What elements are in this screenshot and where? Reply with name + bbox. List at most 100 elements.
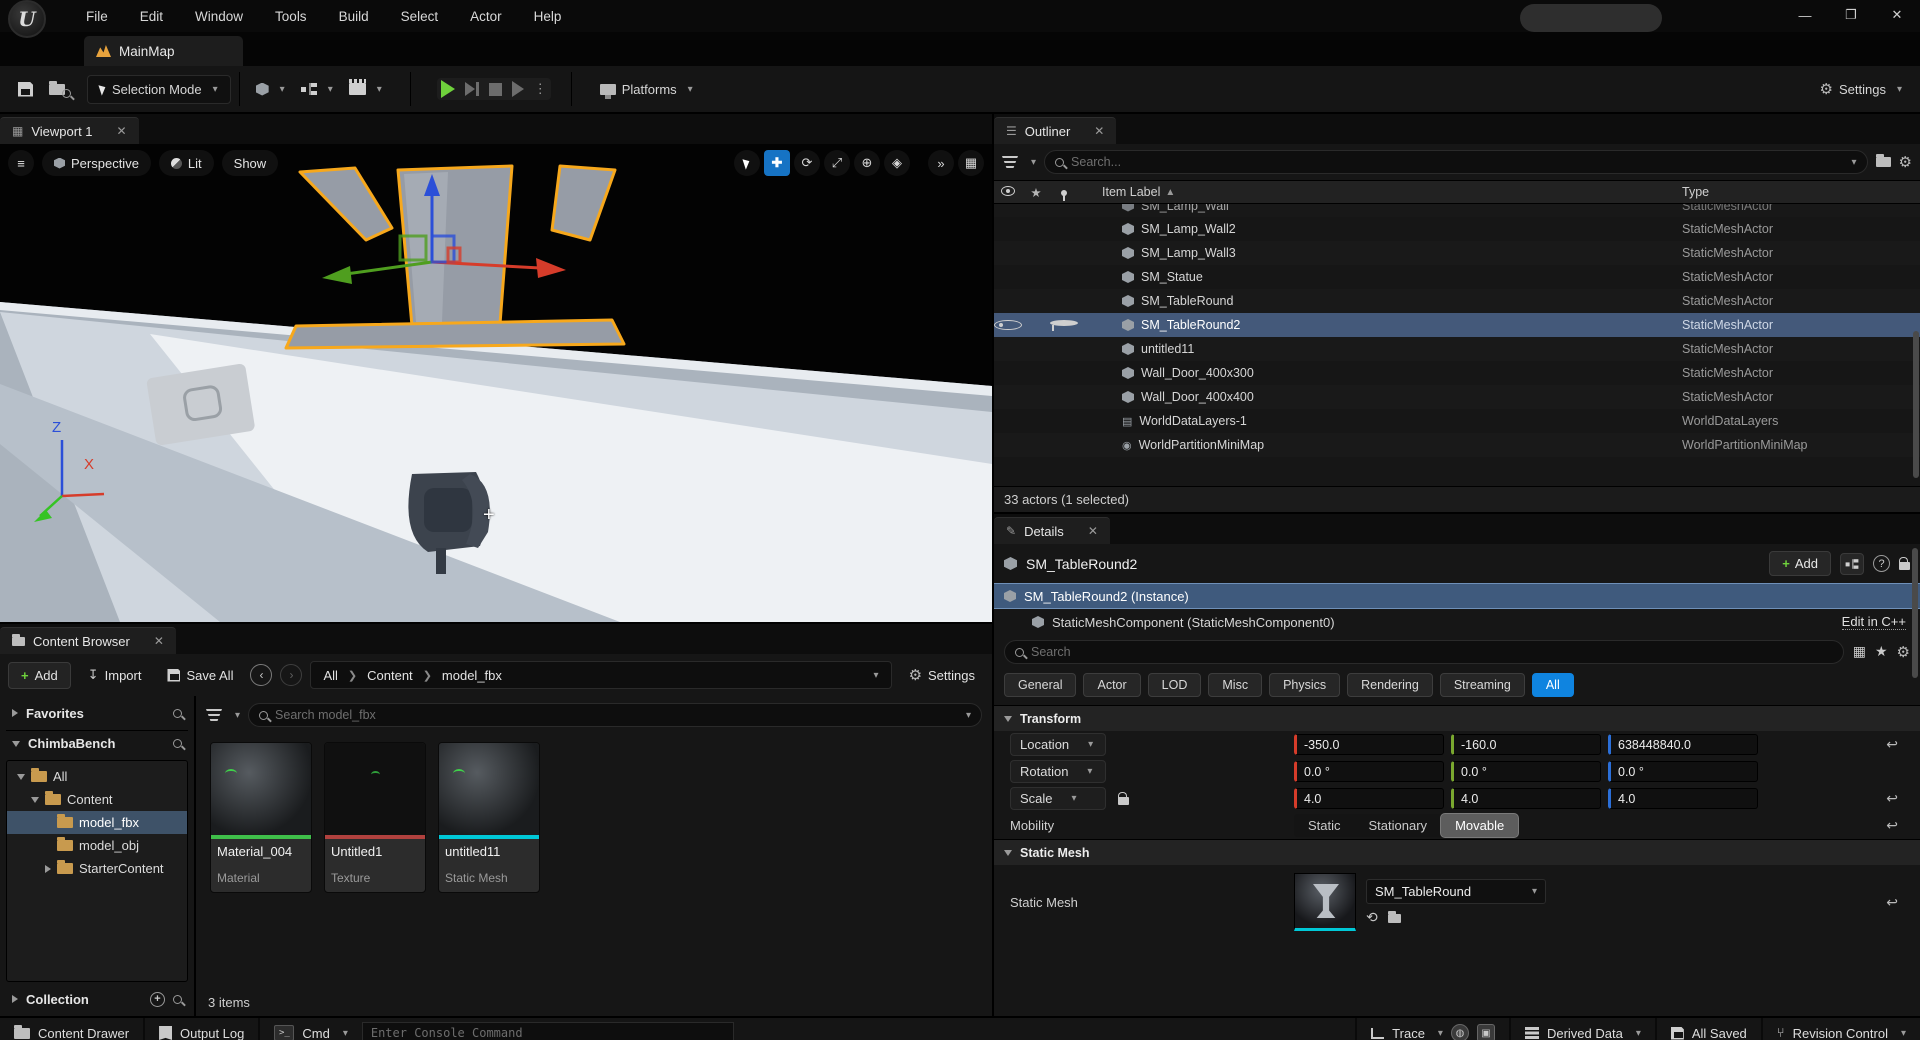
type-column-header[interactable]: Type xyxy=(1682,185,1709,199)
menu-actor[interactable]: Actor xyxy=(456,3,516,30)
table-row[interactable]: SM_Statue StaticMeshActor xyxy=(994,265,1920,289)
mobility-stationary[interactable]: Stationary xyxy=(1355,814,1442,837)
move-tool-button[interactable]: ✚ xyxy=(764,150,790,176)
menu-help[interactable]: Help xyxy=(520,3,576,30)
close-icon[interactable]: ✕ xyxy=(1088,524,1098,538)
table-row[interactable]: ◉ WorldPartitionMiniMap WorldPartitionMi… xyxy=(994,433,1920,457)
close-icon[interactable]: ✕ xyxy=(1094,124,1104,138)
play-icon[interactable] xyxy=(441,80,455,98)
blueprints-dropdown[interactable]: ▾ xyxy=(293,77,341,101)
cmd-dropdown[interactable]: >_ Cmd ▾ xyxy=(260,1018,747,1040)
tree-node-content[interactable]: Content xyxy=(7,788,187,811)
scale-x-field[interactable]: 4.0 xyxy=(1294,788,1444,809)
cinematics-dropdown[interactable]: ▾ xyxy=(341,77,390,101)
table-row[interactable]: SM_TableRound StaticMeshActor xyxy=(994,289,1920,313)
asset-tile-material[interactable]: Material_004 Material xyxy=(210,742,312,893)
outliner-scrollbar[interactable] xyxy=(1913,331,1919,478)
eye-icon[interactable] xyxy=(994,320,1022,330)
minimize-button[interactable]: — xyxy=(1782,0,1828,30)
world-space-toggle-button[interactable]: ⊕ xyxy=(854,150,880,176)
details-tab[interactable]: ✎ Details ✕ xyxy=(994,517,1110,544)
use-selected-asset-icon[interactable]: ⟲ xyxy=(1366,910,1378,926)
pin-icon[interactable] xyxy=(1050,320,1078,326)
snapshot-icon[interactable]: ▣ xyxy=(1477,1024,1495,1040)
reset-location-icon[interactable]: ↩ xyxy=(1886,736,1898,753)
table-row-selected[interactable]: SM_TableRound2 StaticMeshActor xyxy=(994,313,1920,337)
maximize-viewport-button[interactable]: ▦ xyxy=(958,150,984,176)
reset-static-mesh-icon[interactable]: ↩ xyxy=(1886,894,1898,911)
tree-node-model-fbx[interactable]: model_fbx xyxy=(7,811,187,834)
help-icon[interactable]: ? xyxy=(1873,555,1890,572)
breadcrumb[interactable]: All ❯ Content ❯ model_fbx ▾ xyxy=(310,661,891,689)
add-asset-button[interactable]: + Add xyxy=(8,662,71,689)
viewport-options-button[interactable]: ≡ xyxy=(8,150,34,176)
search-icon[interactable] xyxy=(173,995,182,1004)
menu-select[interactable]: Select xyxy=(387,3,453,30)
location-x-field[interactable]: -350.0 xyxy=(1294,734,1444,755)
platforms-dropdown[interactable]: Platforms ▾ xyxy=(592,76,701,103)
frame-skip-icon[interactable] xyxy=(465,82,479,96)
reset-mobility-icon[interactable]: ↩ xyxy=(1886,817,1898,834)
restore-button[interactable]: ❐ xyxy=(1828,0,1874,30)
view-mode-dropdown[interactable]: Lit xyxy=(159,150,214,176)
reset-scale-icon[interactable]: ↩ xyxy=(1886,790,1898,807)
favorites-section[interactable]: Favorites xyxy=(6,700,188,726)
unlocked-icon[interactable] xyxy=(1899,562,1910,570)
save-all-button[interactable]: Save All xyxy=(158,663,242,688)
instance-row-selected[interactable]: SM_TableRound2 (Instance) xyxy=(994,583,1920,609)
viewport-tab[interactable]: ▦ Viewport 1 ✕ xyxy=(0,117,139,144)
menu-file[interactable]: File xyxy=(72,3,122,30)
filter-icon[interactable] xyxy=(206,709,222,721)
table-row[interactable]: Wall_Door_400x300 StaticMeshActor xyxy=(994,361,1920,385)
output-log-button[interactable]: Output Log xyxy=(145,1018,260,1040)
asset-tile-texture[interactable]: Untitled1 Texture xyxy=(324,742,426,893)
scale-lock-icon[interactable] xyxy=(1118,797,1129,805)
menu-tools[interactable]: Tools xyxy=(261,3,321,30)
menu-window[interactable]: Window xyxy=(181,3,257,30)
play-options-ellipsis-icon[interactable]: ⋮ xyxy=(534,81,547,97)
menu-build[interactable]: Build xyxy=(325,3,383,30)
derived-data-dropdown[interactable]: Derived Data ▾ xyxy=(1511,1018,1657,1040)
outliner-search[interactable]: ▾ xyxy=(1044,150,1868,174)
location-dropdown[interactable]: Location ▾ xyxy=(1010,733,1106,756)
scale-z-field[interactable]: 4.0 xyxy=(1608,788,1758,809)
static-mesh-section-header[interactable]: Static Mesh xyxy=(994,839,1920,865)
outliner-search-input[interactable] xyxy=(1071,155,1839,169)
details-search[interactable] xyxy=(1004,640,1844,664)
scale-dropdown[interactable]: Scale ▾ xyxy=(1010,787,1106,810)
rotation-dropdown[interactable]: Rotation ▾ xyxy=(1010,760,1106,783)
search-icon[interactable] xyxy=(173,709,182,718)
asset-search-input[interactable] xyxy=(275,708,954,722)
console-command-box[interactable] xyxy=(362,1022,734,1040)
breadcrumb-model-fbx[interactable]: model_fbx xyxy=(442,668,502,683)
table-row[interactable]: SM_Lamp_Wall2 StaticMeshActor xyxy=(994,217,1920,241)
table-row[interactable]: untitled11 StaticMeshActor xyxy=(994,337,1920,361)
favorite-column-star-icon[interactable]: ★ xyxy=(1022,185,1050,200)
filter-actor[interactable]: Actor xyxy=(1083,673,1140,697)
table-row[interactable]: SM_Lamp_Wall StaticMeshActor xyxy=(994,204,1920,217)
content-browser-tab[interactable]: Content Browser ✕ xyxy=(0,627,176,654)
rotation-z-field[interactable]: 0.0 ° xyxy=(1608,761,1758,782)
gear-icon[interactable]: ⚙ xyxy=(1899,153,1912,171)
trace-dropdown[interactable]: Trace ▾ ◍ ▣ xyxy=(1355,1018,1511,1040)
search-icon[interactable] xyxy=(173,739,182,748)
add-component-button[interactable]: + Add xyxy=(1769,551,1831,576)
browse-to-asset-icon[interactable] xyxy=(1388,910,1401,926)
scale-tool-button[interactable]: ⤢ xyxy=(824,150,850,176)
snapping-button[interactable]: ◈ xyxy=(884,150,910,176)
add-actor-dropdown[interactable]: ▾ xyxy=(248,77,293,102)
component-row[interactable]: StaticMeshComponent (StaticMeshComponent… xyxy=(994,609,1920,635)
back-button[interactable]: ‹ xyxy=(250,664,272,686)
close-icon[interactable]: ✕ xyxy=(117,124,127,138)
rotation-y-field[interactable]: 0.0 ° xyxy=(1451,761,1601,782)
save-current-level-button[interactable] xyxy=(10,76,41,103)
content-drawer-button[interactable]: Content Drawer xyxy=(0,1018,145,1040)
mobility-movable[interactable]: Movable xyxy=(1441,814,1518,837)
asset-search[interactable]: ▾ xyxy=(248,703,982,727)
eject-icon[interactable] xyxy=(512,81,524,97)
favorites-star-icon[interactable]: ★ xyxy=(1875,643,1888,661)
breadcrumb-content[interactable]: Content xyxy=(367,668,413,683)
rotation-x-field[interactable]: 0.0 ° xyxy=(1294,761,1444,782)
new-folder-icon[interactable] xyxy=(1876,157,1891,167)
content-browser-settings-dropdown[interactable]: ⚙ Settings xyxy=(900,661,984,689)
